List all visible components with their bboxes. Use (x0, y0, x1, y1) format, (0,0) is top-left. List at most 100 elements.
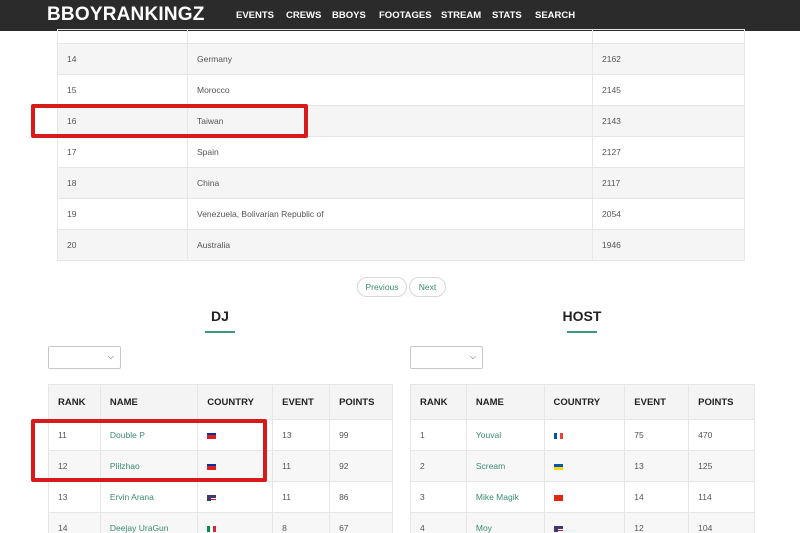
event-cell: 75 (624, 419, 690, 451)
table-row: 1 Youval 75 470 (410, 419, 755, 451)
nav-stream[interactable]: STREAM (441, 10, 481, 21)
header-country[interactable]: COUNTRY (197, 384, 274, 420)
country-cell: China (187, 167, 593, 199)
rank-cell: 15 (57, 74, 188, 106)
points-cell: 2054 (592, 198, 745, 230)
rank-cell: 13 (48, 481, 101, 513)
nav-footages[interactable]: FOOTAGES (379, 10, 432, 21)
nav-search[interactable]: SEARCH (535, 10, 575, 21)
event-cell: 12 (624, 512, 690, 533)
header-points[interactable]: POINTS (688, 384, 755, 420)
points-cell (592, 29, 745, 44)
points-cell: 2117 (592, 167, 745, 199)
header-rank[interactable]: RANK (48, 384, 101, 420)
header-country[interactable]: COUNTRY (543, 384, 626, 420)
points-cell: 86 (329, 481, 393, 513)
header-name[interactable]: NAME (465, 384, 545, 420)
points-cell: 2143 (592, 105, 745, 137)
country-cell (197, 481, 274, 513)
country-ranking-table: 14 Germany 2162 15 Morocco 2145 16 Taiwa… (57, 29, 745, 261)
host-name-link[interactable]: Mike Magik (465, 481, 545, 513)
table-row: 14 Deejay UraGun 8 67 (48, 512, 393, 533)
host-title-underline (567, 331, 597, 333)
site-logo[interactable]: BBOYRANKINGZ (47, 4, 205, 26)
table-row: 15 Morocco 2145 (57, 74, 745, 106)
highlight-box-taiwan-row (31, 104, 308, 138)
rank-cell: 1 (410, 419, 467, 451)
country-cell (187, 29, 593, 44)
top-navbar: BBOYRANKINGZ EVENTS CREWS BBOYS FOOTAGES… (0, 0, 800, 31)
country-cell: Venezuela, Bolivarian Republic of (187, 198, 593, 230)
nav-bboys[interactable]: BBOYS (332, 10, 366, 21)
event-cell: 13 (624, 450, 690, 482)
table-row: 18 China 2117 (57, 167, 745, 199)
table-header-row: RANK NAME COUNTRY EVENT POINTS (410, 384, 755, 420)
italy-flag-icon (207, 525, 217, 532)
host-name-link[interactable]: Youval (465, 419, 545, 451)
rank-cell: 18 (57, 167, 188, 199)
country-cell: Spain (187, 136, 593, 168)
header-points[interactable]: POINTS (329, 384, 393, 420)
dj-title-underline (205, 331, 235, 333)
table-row: 17 Spain 2127 (57, 136, 745, 168)
next-button[interactable]: Next (409, 277, 446, 297)
dj-name-link[interactable]: Ervin Arana (99, 481, 199, 513)
previous-button[interactable]: Previous (357, 277, 407, 297)
table-row: 20 Australia 1946 (57, 229, 745, 261)
table-row: 14 Germany 2162 (57, 43, 745, 75)
dj-section-title: DJ (211, 308, 229, 324)
points-cell: 125 (688, 450, 755, 482)
event-cell: 13 (272, 419, 331, 451)
points-cell: 2162 (592, 43, 745, 75)
points-cell: 2145 (592, 74, 745, 106)
event-cell: 11 (272, 450, 331, 482)
table-row: 4 Moy 12 104 (410, 512, 755, 533)
dj-filter-select[interactable]: ⌵ (48, 346, 121, 369)
highlight-box-taiwan-djs (31, 419, 267, 482)
country-cell (543, 450, 626, 482)
chevron-down-icon: ⌵ (469, 352, 476, 361)
points-cell: 1946 (592, 229, 745, 261)
rank-cell: 14 (48, 512, 101, 533)
rank-cell: 14 (57, 43, 188, 75)
header-rank[interactable]: RANK (410, 384, 467, 420)
event-cell: 8 (272, 512, 331, 533)
host-name-link[interactable]: Scream (465, 450, 545, 482)
header-event[interactable]: EVENT (272, 384, 331, 420)
rank-cell (57, 29, 188, 44)
host-name-link[interactable]: Moy (465, 512, 545, 533)
nav-crews[interactable]: CREWS (286, 10, 321, 21)
points-cell: 104 (688, 512, 755, 533)
rank-cell: 3 (410, 481, 467, 513)
country-cell: Germany (187, 43, 593, 75)
table-row: 2 Scream 13 125 (410, 450, 755, 482)
rank-cell: 19 (57, 198, 188, 230)
france-flag-icon (553, 432, 563, 439)
country-cell (197, 512, 274, 533)
rank-cell: 4 (410, 512, 467, 533)
nav-stats[interactable]: STATS (492, 10, 522, 21)
event-cell: 11 (272, 481, 331, 513)
rank-cell: 20 (57, 229, 188, 261)
points-cell: 470 (688, 419, 755, 451)
header-event[interactable]: EVENT (624, 384, 690, 420)
table-header-row: RANK NAME COUNTRY EVENT POINTS (48, 384, 393, 420)
nav-events[interactable]: EVENTS (236, 10, 274, 21)
usa-flag-icon (207, 494, 217, 501)
points-cell: 114 (688, 481, 755, 513)
dj-name-link[interactable]: Deejay UraGun (99, 512, 199, 533)
country-cell (543, 419, 626, 451)
chevron-down-icon: ⌵ (107, 352, 114, 361)
table-row (57, 29, 745, 44)
host-filter-select[interactable]: ⌵ (410, 346, 483, 369)
country-cell (543, 481, 626, 513)
table-row: 3 Mike Magik 14 114 (410, 481, 755, 513)
points-cell: 2127 (592, 136, 745, 168)
host-ranking-table: RANK NAME COUNTRY EVENT POINTS 1 Youval … (410, 384, 755, 533)
country-cell (543, 512, 626, 533)
ukraine-flag-icon (553, 463, 563, 470)
table-row: 19 Venezuela, Bolivarian Republic of 205… (57, 198, 745, 230)
header-name[interactable]: NAME (99, 384, 199, 420)
event-cell: 14 (624, 481, 690, 513)
points-cell: 99 (329, 419, 393, 451)
